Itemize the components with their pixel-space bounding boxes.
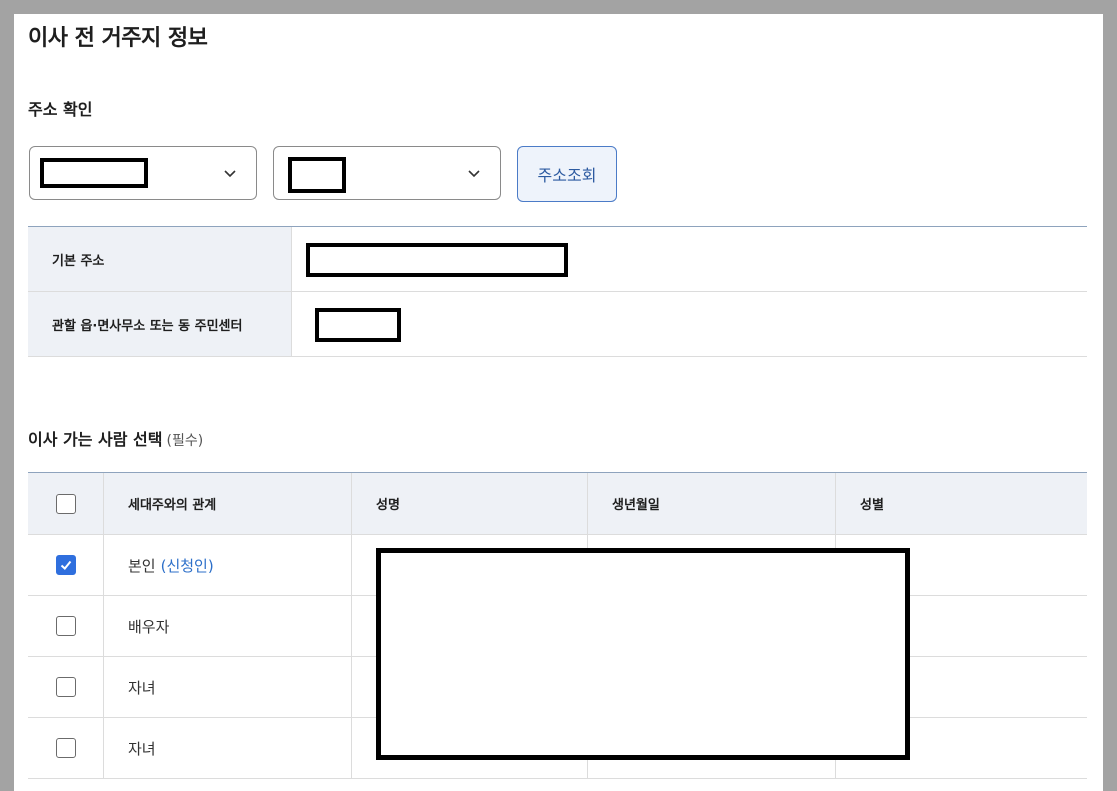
table-header-row: 세대주와의 관계 성명 생년월일 성별 — [28, 473, 1087, 535]
relation-cell: 배우자 — [104, 596, 352, 656]
row-checkbox[interactable] — [55, 616, 76, 636]
row-checkbox[interactable] — [55, 738, 76, 758]
chevron-down-icon — [224, 170, 236, 178]
address-row: 기본 주소 — [28, 227, 1087, 292]
column-header-birthdate: 생년월일 — [588, 473, 836, 534]
relation-cell: 자녀 — [104, 657, 352, 717]
movers-title-text: 이사 가는 사람 선택 — [28, 430, 163, 449]
row-checkbox[interactable] — [55, 677, 76, 697]
chevron-down-icon — [468, 170, 480, 178]
checkbox-cell — [28, 596, 104, 656]
redacted-personal-info — [376, 548, 910, 760]
address-lookup-button[interactable]: 주소조회 — [517, 146, 617, 202]
check-icon — [60, 560, 71, 570]
checkbox-cell — [28, 535, 104, 595]
sido-select[interactable] — [29, 146, 257, 200]
redacted-basic-address — [306, 243, 568, 277]
redacted-value — [40, 158, 148, 188]
sigungu-select[interactable] — [273, 146, 501, 200]
address-row: 관할 읍·면사무소 또는 동 주민센터 — [28, 292, 1087, 357]
redacted-value — [288, 157, 346, 193]
checkbox-cell — [28, 718, 104, 778]
relation-text: 본인 — [128, 556, 156, 575]
row-checkbox[interactable] — [55, 555, 76, 575]
select-all-checkbox[interactable] — [55, 493, 76, 514]
movers-title: 이사 가는 사람 선택 (필수) — [28, 426, 203, 450]
column-header-gender: 성별 — [860, 498, 884, 513]
applicant-note: (신청인) — [160, 556, 214, 575]
page-title: 이사 전 거주지 정보 — [28, 26, 208, 51]
page-frame: 이사 전 거주지 정보 주소 확인 주소조회 기본 주소 관할 읍·면사무소 또… — [14, 14, 1103, 791]
relation-cell: 자녀 — [104, 718, 352, 778]
checkbox-cell — [28, 657, 104, 717]
relation-cell: 본인 (신청인) — [104, 535, 352, 595]
select-all-cell — [28, 473, 104, 534]
community-center-label: 관할 읍·면사무소 또는 동 주민센터 — [28, 292, 292, 356]
address-check-title: 주소 확인 — [28, 100, 93, 119]
column-header-relation: 세대주와의 관계 — [104, 473, 352, 534]
basic-address-label: 기본 주소 — [28, 227, 292, 291]
address-table: 기본 주소 관할 읍·면사무소 또는 동 주민센터 — [28, 226, 1087, 357]
required-mark: (필수) — [166, 433, 204, 449]
column-header-name: 성명 — [352, 473, 588, 534]
redacted-community-center — [315, 308, 401, 342]
